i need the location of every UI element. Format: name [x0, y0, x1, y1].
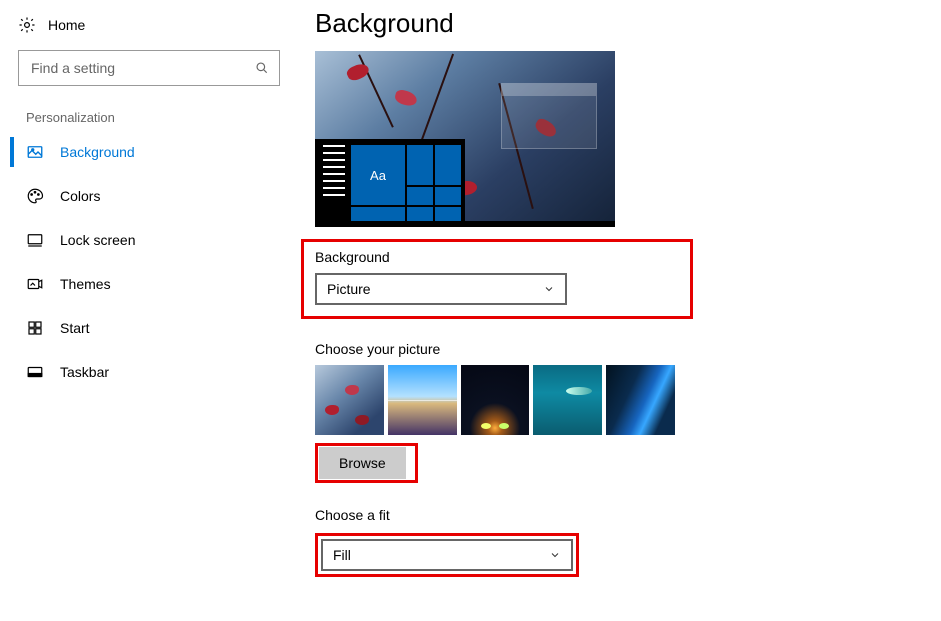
home-link[interactable]: Home	[10, 10, 295, 44]
preview-start-menu: Aa	[315, 139, 465, 227]
sidebar-item-label: Background	[60, 144, 135, 160]
sidebar-item-themes[interactable]: Themes	[10, 265, 295, 303]
sidebar: Home Personalization Background	[0, 0, 295, 621]
choose-picture-label: Choose your picture	[315, 341, 675, 357]
picture-thumbnails	[315, 365, 675, 435]
picture-icon	[26, 143, 44, 161]
sidebar-item-lock-screen[interactable]: Lock screen	[10, 221, 295, 259]
picture-thumbnail-3[interactable]	[461, 365, 530, 435]
preview-sample-window	[501, 83, 597, 149]
background-type-group-highlight: Background Picture	[301, 239, 693, 319]
fit-dropdown[interactable]: Fill	[321, 539, 573, 571]
search-input[interactable]	[29, 59, 255, 77]
sidebar-item-label: Colors	[60, 188, 100, 204]
taskbar-icon	[26, 363, 44, 381]
fit-value: Fill	[333, 547, 351, 563]
background-type-label: Background	[315, 249, 679, 265]
browse-button-highlight: Browse	[315, 443, 418, 483]
search-icon	[255, 61, 269, 75]
picture-thumbnail-4[interactable]	[533, 365, 602, 435]
main-content: Background Aa	[295, 0, 941, 621]
desktop-preview: Aa	[315, 51, 615, 227]
chevron-down-icon	[549, 549, 561, 561]
sidebar-item-label: Lock screen	[60, 232, 135, 248]
picture-thumbnail-2[interactable]	[388, 365, 457, 435]
background-type-value: Picture	[327, 281, 371, 297]
browse-button[interactable]: Browse	[319, 447, 406, 479]
choose-picture-group: Choose your picture Browse	[315, 341, 675, 483]
picture-thumbnail-1[interactable]	[315, 365, 384, 435]
sidebar-section-title: Personalization	[10, 106, 295, 133]
preview-taskbar	[315, 221, 615, 227]
sidebar-item-label: Start	[60, 320, 90, 336]
start-grid-icon	[26, 319, 44, 337]
gear-icon	[18, 16, 36, 34]
search-input-container[interactable]	[18, 50, 280, 86]
themes-icon	[26, 275, 44, 293]
settings-window: Home Personalization Background	[0, 0, 941, 621]
preview-accent-tile: Aa	[351, 145, 405, 205]
sidebar-item-background[interactable]: Background	[10, 133, 295, 171]
chevron-down-icon	[543, 283, 555, 295]
choose-fit-label: Choose a fit	[315, 507, 675, 523]
sidebar-item-start[interactable]: Start	[10, 309, 295, 347]
picture-thumbnail-5[interactable]	[606, 365, 675, 435]
sidebar-item-label: Taskbar	[60, 364, 109, 380]
home-label: Home	[48, 17, 85, 33]
lock-screen-icon	[26, 231, 44, 249]
page-title: Background	[315, 8, 941, 39]
sidebar-item-label: Themes	[60, 276, 111, 292]
palette-icon	[26, 187, 44, 205]
choose-fit-highlight: Fill	[315, 533, 579, 577]
sidebar-item-taskbar[interactable]: Taskbar	[10, 353, 295, 391]
background-type-dropdown[interactable]: Picture	[315, 273, 567, 305]
choose-fit-group: Choose a fit Fill	[315, 507, 675, 577]
sidebar-item-colors[interactable]: Colors	[10, 177, 295, 215]
